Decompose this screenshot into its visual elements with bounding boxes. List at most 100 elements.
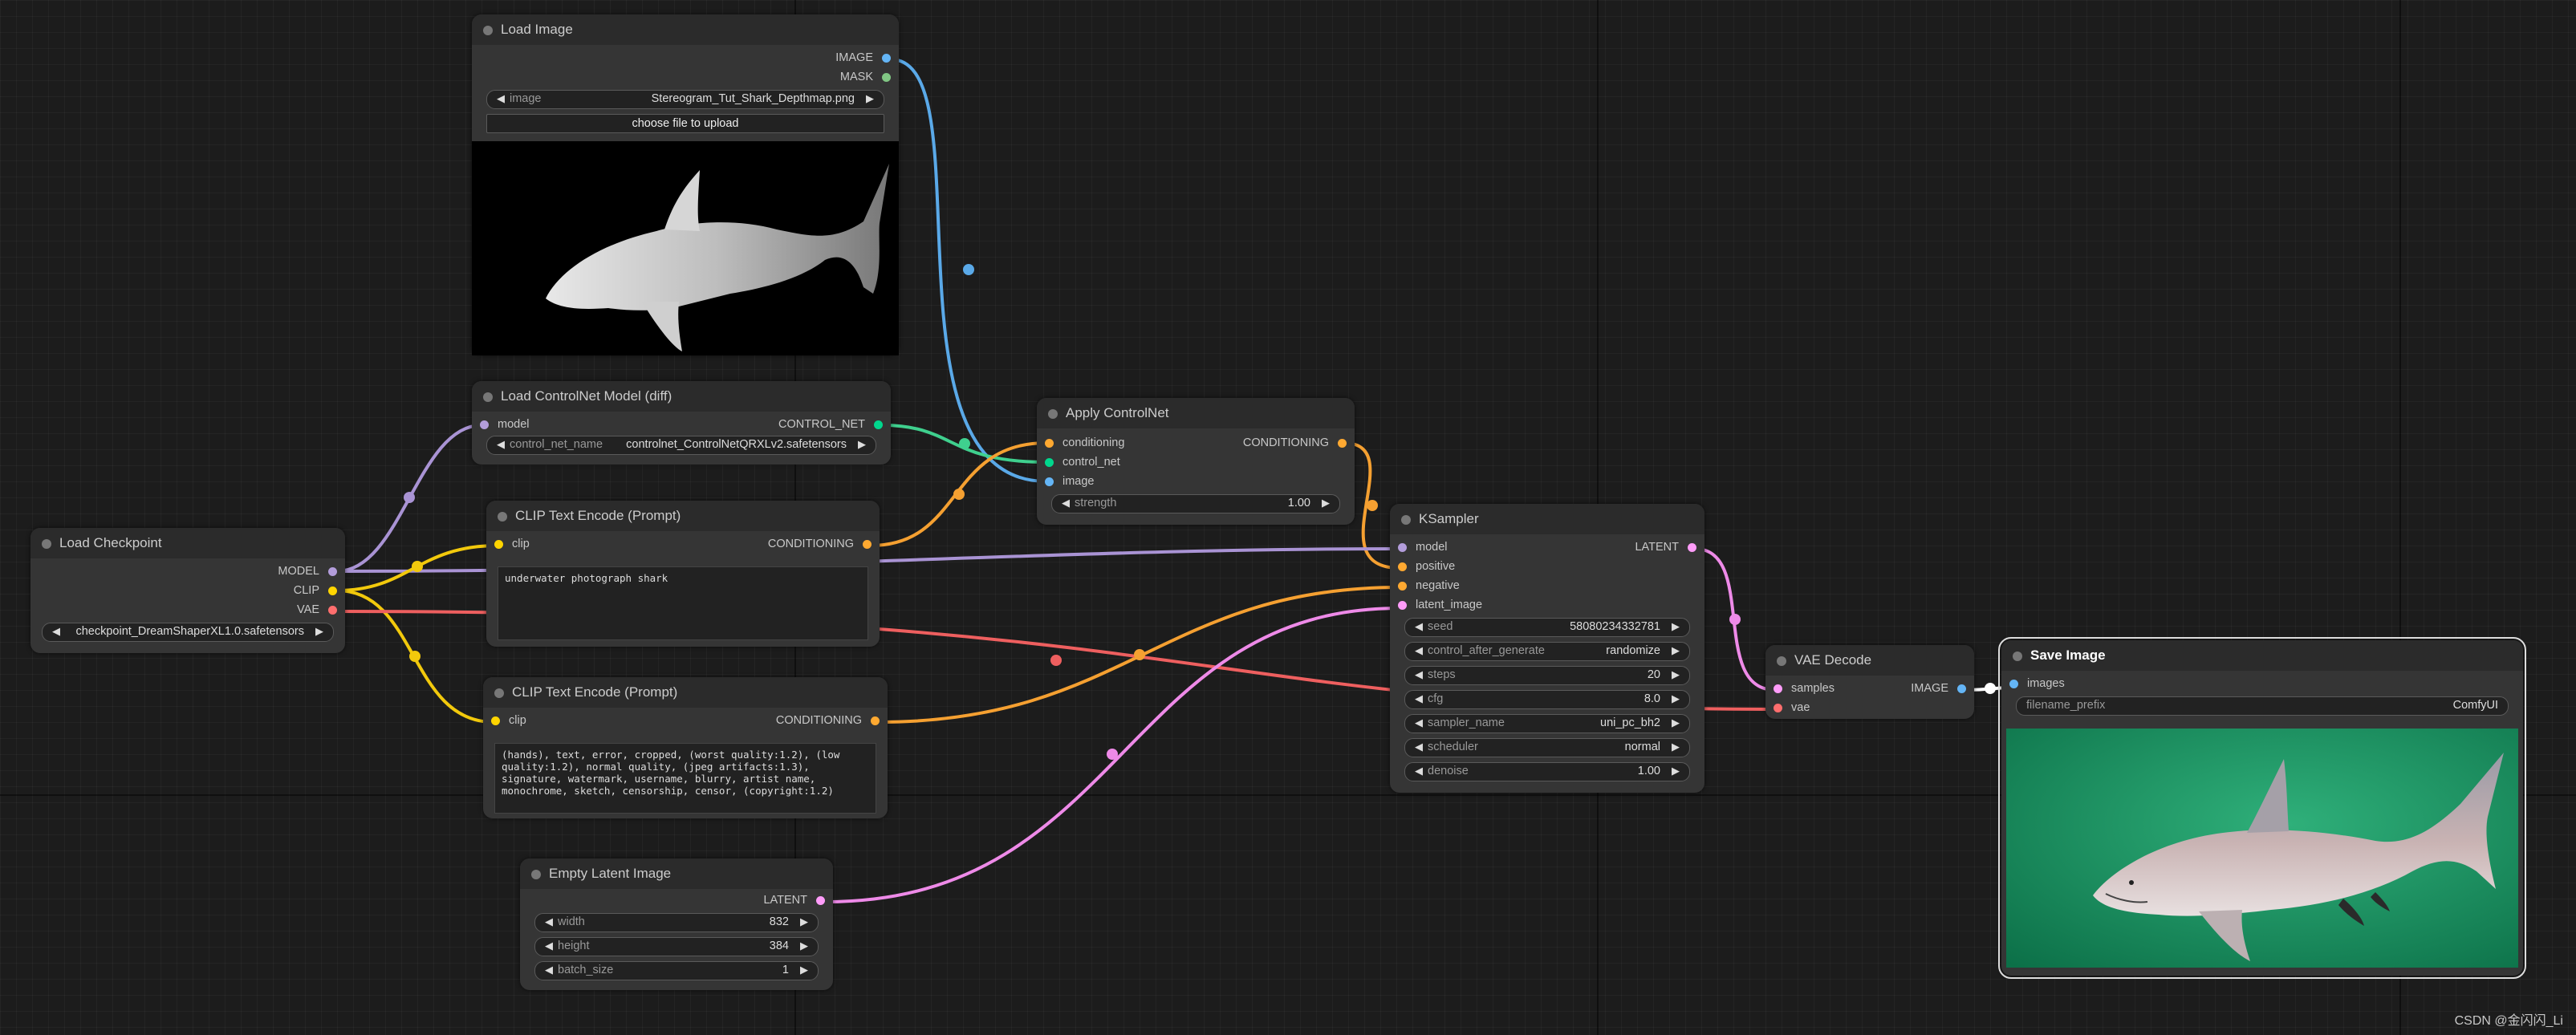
control-after-generate-combo[interactable]: ◀ control_after_generate randomize ▶	[1404, 642, 1690, 661]
arrow-left-icon[interactable]: ◀	[1415, 644, 1423, 656]
node-title-bar[interactable]: CLIP Text Encode (Prompt)	[483, 677, 888, 708]
arrow-right-icon[interactable]: ▶	[1672, 620, 1680, 632]
arrow-left-icon[interactable]: ◀	[1415, 668, 1423, 680]
seed-number[interactable]: ◀ seed 58080234332781 ▶	[1404, 618, 1690, 637]
arrow-left-icon[interactable]: ◀	[1415, 741, 1423, 753]
arrow-right-icon[interactable]: ▶	[1672, 716, 1680, 729]
height-number[interactable]: ◀ height 384 ▶	[534, 937, 819, 956]
collapse-dot[interactable]	[494, 688, 504, 698]
node-title-bar[interactable]: Load ControlNet Model (diff)	[472, 381, 891, 412]
input-negative[interactable]: negative	[1390, 579, 1460, 595]
arrow-left-icon[interactable]: ◀	[545, 915, 553, 927]
arrow-left-icon[interactable]: ◀	[1062, 497, 1070, 509]
slot-dot[interactable]	[494, 540, 503, 549]
node-title-bar[interactable]: Empty Latent Image	[520, 858, 833, 889]
input-model[interactable]: model	[1390, 541, 1448, 557]
slot-dot[interactable]	[480, 420, 489, 429]
slot-dot[interactable]	[1045, 477, 1054, 486]
node-title-bar[interactable]: VAE Decode	[1765, 645, 1974, 676]
upload-button[interactable]: choose file to upload	[486, 114, 884, 133]
output-image[interactable]: IMAGE	[1911, 682, 1974, 698]
arrow-right-icon[interactable]: ▶	[1672, 668, 1680, 680]
slot-dot[interactable]	[871, 716, 880, 725]
slot-dot[interactable]	[1398, 601, 1407, 610]
save-image-node[interactable]: Save Image images filename_prefix ComfyUI	[1998, 637, 2526, 979]
scheduler-combo[interactable]: ◀ scheduler normal ▶	[1404, 738, 1690, 757]
slot-dot[interactable]	[1774, 704, 1782, 712]
load-checkpoint-node[interactable]: Load Checkpoint MODEL CLIP VAE ◀ckpt_nam…	[30, 528, 345, 653]
input-vae[interactable]: vae	[1765, 701, 1810, 717]
empty-latent-image-node[interactable]: Empty Latent Image LATENT ◀ width 832 ▶ ◀ he…	[520, 858, 833, 990]
arrow-right-icon[interactable]: ▶	[800, 940, 808, 952]
arrow-left-icon[interactable]: ◀	[1415, 620, 1423, 632]
slot-dot[interactable]	[328, 606, 337, 615]
output-model[interactable]: MODEL	[278, 565, 345, 581]
load-controlnet-node[interactable]: Load ControlNet Model (diff) model CONTR…	[472, 381, 891, 465]
output-image[interactable]: IMAGE	[835, 51, 899, 67]
slot-dot[interactable]	[1957, 684, 1966, 693]
arrow-right-icon[interactable]: ▶	[1672, 644, 1680, 656]
output-conditioning[interactable]: CONDITIONING	[776, 714, 888, 730]
output-control-net[interactable]: CONTROL_NET	[778, 418, 891, 434]
slot-dot[interactable]	[882, 54, 891, 63]
node-title-bar[interactable]: Save Image	[2001, 640, 2523, 671]
batch-size-number[interactable]: ◀ batch_size 1 ▶	[534, 961, 819, 980]
node-title-bar[interactable]: Load Checkpoint	[30, 528, 345, 558]
input-clip[interactable]: clip	[486, 538, 530, 554]
arrow-right-icon[interactable]: ▶	[315, 625, 323, 637]
input-images[interactable]: images	[2001, 677, 2065, 693]
arrow-right-icon[interactable]: ▶	[1322, 497, 1330, 509]
input-image[interactable]: image	[1037, 475, 1095, 491]
output-vae[interactable]: VAE	[297, 603, 345, 619]
arrow-left-icon[interactable]: ◀	[497, 438, 505, 450]
arrow-left-icon[interactable]: ◀	[52, 625, 60, 637]
input-latent-image[interactable]: latent_image	[1390, 599, 1482, 615]
load-image-node[interactable]: Load Image IMAGE MASK ◀ image Stereogram_T…	[472, 14, 899, 355]
slot-dot[interactable]	[882, 73, 891, 82]
output-clip[interactable]: CLIP	[294, 584, 345, 600]
arrow-right-icon[interactable]: ▶	[800, 915, 808, 927]
collapse-dot[interactable]	[531, 870, 541, 879]
node-title-bar[interactable]: Apply ControlNet	[1037, 398, 1355, 428]
slot-dot[interactable]	[816, 896, 825, 905]
arrow-right-icon[interactable]: ▶	[866, 92, 874, 104]
arrow-left-icon[interactable]: ◀	[545, 964, 553, 976]
vae-decode-node[interactable]: VAE Decode samples IMAGE vae	[1765, 645, 1974, 719]
arrow-left-icon[interactable]: ◀	[1415, 692, 1423, 704]
slot-dot[interactable]	[863, 540, 872, 549]
collapse-dot[interactable]	[1401, 515, 1411, 525]
input-model[interactable]: model	[472, 418, 530, 434]
arrow-left-icon[interactable]: ◀	[497, 92, 505, 104]
collapse-dot[interactable]	[498, 512, 507, 522]
slot-dot[interactable]	[1688, 543, 1696, 552]
node-title-bar[interactable]: CLIP Text Encode (Prompt)	[486, 501, 880, 531]
control-net-name-combo[interactable]: ◀ control_net_name controlnet_ControlNetQR…	[486, 436, 876, 455]
slot-dot[interactable]	[328, 567, 337, 576]
slot-dot[interactable]	[1338, 439, 1347, 448]
output-image-preview[interactable]	[2006, 729, 2518, 968]
collapse-dot[interactable]	[1777, 656, 1786, 666]
slot-dot[interactable]	[2009, 680, 2018, 688]
prompt-textarea[interactable]: (hands), text, error, cropped, (worst qu…	[494, 743, 876, 814]
clip-text-encode-negative-node[interactable]: CLIP Text Encode (Prompt) clip CONDITION…	[483, 677, 888, 818]
image-combo[interactable]: ◀ image Stereogram_Tut_Shark_Depthmap.png ▶	[486, 90, 884, 109]
output-latent[interactable]: LATENT	[763, 894, 833, 910]
ckpt-name-combo[interactable]: ◀ckpt_namecheckpoint_DreamShaperXL1.0.sa…	[42, 623, 334, 642]
arrow-left-icon[interactable]: ◀	[1415, 716, 1423, 729]
output-conditioning[interactable]: CONDITIONING	[1243, 436, 1355, 453]
slot-dot[interactable]	[328, 586, 337, 595]
slot-dot[interactable]	[1045, 458, 1054, 467]
steps-number[interactable]: ◀ steps 20 ▶	[1404, 666, 1690, 685]
output-conditioning[interactable]: CONDITIONING	[768, 538, 880, 554]
arrow-right-icon[interactable]: ▶	[858, 438, 866, 450]
clip-text-encode-positive-node[interactable]: CLIP Text Encode (Prompt) clip CONDITION…	[486, 501, 880, 647]
width-number[interactable]: ◀ width 832 ▶	[534, 913, 819, 932]
slot-dot[interactable]	[1774, 684, 1782, 693]
slot-dot[interactable]	[491, 716, 500, 725]
slot-dot[interactable]	[1045, 439, 1054, 448]
filename-prefix-text[interactable]: filename_prefix ComfyUI	[2016, 696, 2509, 716]
input-samples[interactable]: samples	[1765, 682, 1834, 698]
input-conditioning[interactable]: conditioning	[1037, 436, 1124, 453]
input-positive[interactable]: positive	[1390, 560, 1455, 576]
node-title-bar[interactable]: KSampler	[1390, 504, 1704, 534]
